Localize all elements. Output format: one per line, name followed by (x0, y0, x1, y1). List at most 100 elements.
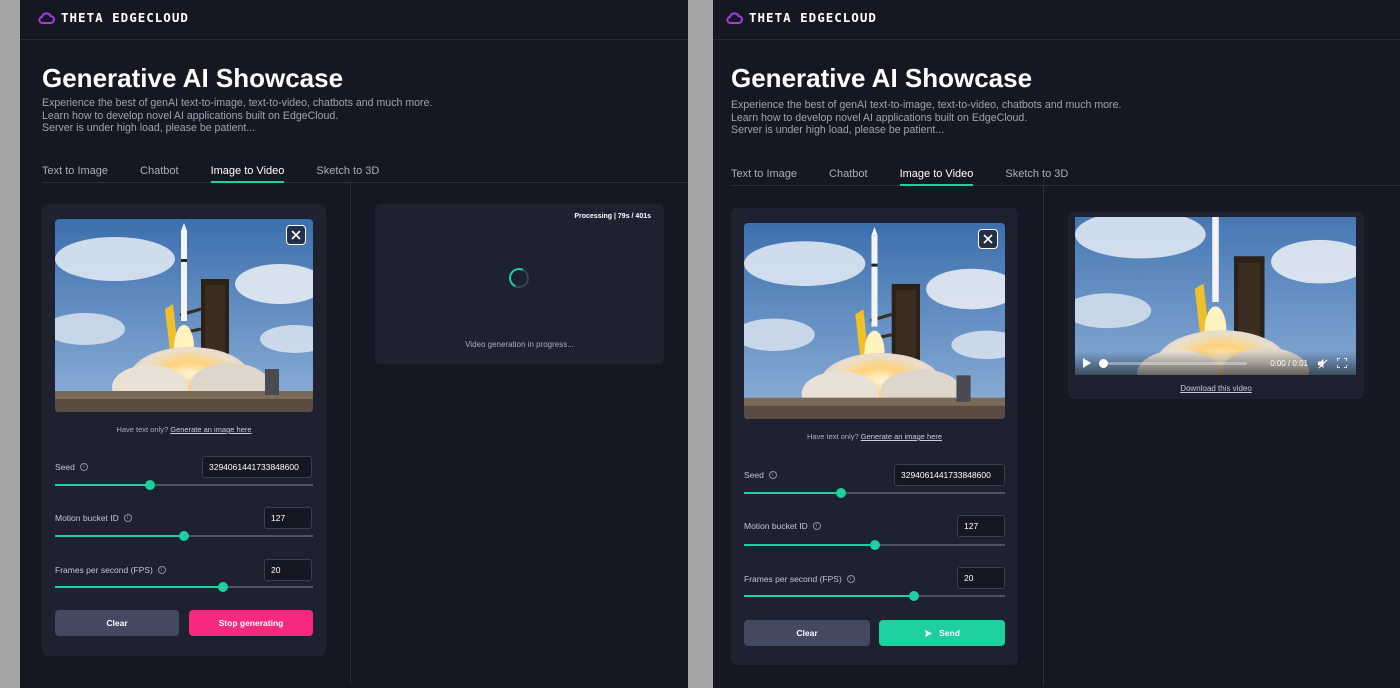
motion-slider[interactable] (55, 531, 313, 541)
info-icon[interactable]: i (768, 471, 777, 479)
fullscreen-icon[interactable] (1336, 357, 1348, 369)
video-scrubber[interactable] (1099, 358, 1247, 368)
processing-status: Processing | 79s / 401s (574, 213, 651, 220)
top-bar: THETA EDGECLOUD (713, 0, 1400, 40)
clear-button[interactable]: Clear (55, 610, 179, 636)
top-bar: THETA EDGECLOUD (20, 0, 688, 40)
tab-chatbot[interactable]: Chatbot (829, 168, 868, 185)
video-controls: 0:00 / 0:01 (1075, 351, 1356, 375)
fps-input[interactable]: 20 (957, 567, 1005, 589)
video-player[interactable]: 0:00 / 0:01 (1075, 217, 1356, 375)
motion-bucket-input[interactable]: 127 (957, 515, 1005, 537)
motion-label: Motion bucket ID i (55, 513, 132, 523)
uploaded-image (744, 223, 1005, 419)
tab-image-to-video[interactable]: Image to Video (899, 168, 973, 186)
description-line-3: Server is under high load, please be pat… (42, 122, 256, 134)
seed-label: Seed i (744, 470, 777, 480)
page-description: Experience the best of genAI text-to-ima… (42, 97, 432, 135)
fps-slider[interactable] (55, 582, 313, 592)
video-output-card: Processing | 79s / 401s Video generation… (375, 204, 664, 364)
page-title: Generative AI Showcase (42, 63, 344, 93)
fps-input[interactable]: 20 (264, 559, 312, 581)
play-icon[interactable] (1083, 358, 1091, 368)
generate-image-link[interactable]: Generate an image here (861, 432, 942, 441)
tab-bar: Text to Image Chatbot Image to Video Ske… (731, 168, 1400, 186)
input-form-card: Have text only? Generate an image here S… (731, 208, 1018, 665)
send-icon (925, 629, 933, 637)
motion-slider-thumb[interactable] (179, 531, 189, 541)
page-description: Experience the best of genAI text-to-ima… (731, 99, 1121, 137)
showcase-panel-completed: THETA EDGECLOUD Generative AI Showcase E… (713, 0, 1400, 688)
tab-chatbot[interactable]: Chatbot (140, 165, 179, 182)
generate-image-hint: Have text only? Generate an image here (42, 425, 326, 434)
uploaded-image (55, 219, 313, 412)
description-line-2: Learn how to develop novel AI applicatio… (42, 109, 339, 122)
motion-slider[interactable] (744, 540, 1005, 550)
clear-button[interactable]: Clear (744, 620, 870, 646)
tab-bar: Text to Image Chatbot Image to Video Ske… (42, 165, 688, 183)
theta-cloud-icon (38, 11, 55, 24)
fps-label: Frames per second (FPS) i (55, 565, 166, 575)
page-title: Generative AI Showcase (731, 63, 1033, 93)
help-prefix: Have text only? (116, 425, 169, 434)
fps-slider-thumb[interactable] (908, 591, 919, 601)
fps-label: Frames per second (FPS) i (744, 574, 855, 584)
video-output-card: 0:00 / 0:01 Download this video (1068, 212, 1364, 399)
close-icon (291, 230, 301, 240)
info-icon[interactable]: i (123, 514, 132, 522)
fps-label-text: Frames per second (FPS) (55, 565, 153, 575)
rocket-launch-image (744, 223, 1005, 419)
theta-logo[interactable]: THETA EDGECLOUD (38, 10, 189, 25)
theta-logo[interactable]: THETA EDGECLOUD (726, 10, 877, 25)
fps-label-text: Frames per second (FPS) (744, 574, 842, 584)
motion-bucket-input[interactable]: 127 (264, 507, 312, 529)
remove-image-button[interactable] (978, 229, 998, 249)
info-icon[interactable]: i (846, 575, 855, 583)
help-prefix: Have text only? (806, 432, 859, 441)
scrubber-knob[interactable] (1099, 358, 1108, 368)
send-button[interactable]: Send (879, 620, 1005, 646)
remove-image-button[interactable] (286, 225, 306, 245)
tab-image-to-video[interactable]: Image to Video (210, 165, 284, 183)
seed-slider[interactable] (744, 488, 1005, 498)
video-time: 0:00 / 0:01 (1270, 358, 1308, 368)
seed-label-text: Seed (744, 470, 764, 480)
fps-slider-thumb[interactable] (217, 582, 228, 592)
tab-text-to-image[interactable]: Text to Image (42, 165, 108, 182)
description-line-3: Server is under high load, please be pat… (731, 124, 945, 136)
brand-name: THETA EDGECLOUD (749, 10, 877, 25)
seed-slider-fill (744, 492, 841, 494)
tab-sketch-to-3d[interactable]: Sketch to 3D (316, 165, 379, 182)
input-form-card: Have text only? Generate an image here S… (42, 204, 326, 656)
seed-slider-thumb[interactable] (145, 480, 156, 490)
seed-slider[interactable] (55, 480, 313, 490)
seed-label-text: Seed (55, 462, 75, 472)
tab-text-to-image[interactable]: Text to Image (731, 168, 797, 185)
motion-label: Motion bucket ID i (744, 521, 821, 531)
motion-label-text: Motion bucket ID (744, 521, 808, 531)
brand-name: THETA EDGECLOUD (61, 10, 189, 25)
download-video-link[interactable]: Download this video (1068, 384, 1364, 393)
seed-slider-fill (55, 484, 151, 486)
seed-slider-thumb[interactable] (835, 488, 846, 498)
motion-slider-fill (744, 544, 875, 546)
fps-slider-fill (55, 586, 223, 588)
mute-icon[interactable] (1316, 357, 1328, 369)
stop-generating-button[interactable]: Stop generating (189, 610, 313, 636)
motion-slider-fill (55, 535, 184, 537)
generate-image-link[interactable]: Generate an image here (170, 425, 251, 434)
info-icon[interactable]: i (812, 522, 821, 530)
column-divider (350, 183, 351, 683)
info-icon[interactable]: i (79, 463, 88, 471)
motion-slider-thumb[interactable] (869, 540, 880, 550)
info-icon[interactable]: i (157, 566, 166, 574)
tab-sketch-to-3d[interactable]: Sketch to 3D (1005, 168, 1068, 185)
column-divider (1043, 186, 1044, 686)
theta-cloud-icon (726, 11, 743, 24)
progress-message: Video generation in progress... (465, 340, 574, 349)
seed-input[interactable]: 3294061441733848600 (202, 456, 312, 478)
motion-label-text: Motion bucket ID (55, 513, 119, 523)
generate-image-hint: Have text only? Generate an image here (731, 432, 1018, 441)
fps-slider[interactable] (744, 591, 1005, 601)
seed-input[interactable]: 3294061441733848600 (894, 464, 1005, 486)
